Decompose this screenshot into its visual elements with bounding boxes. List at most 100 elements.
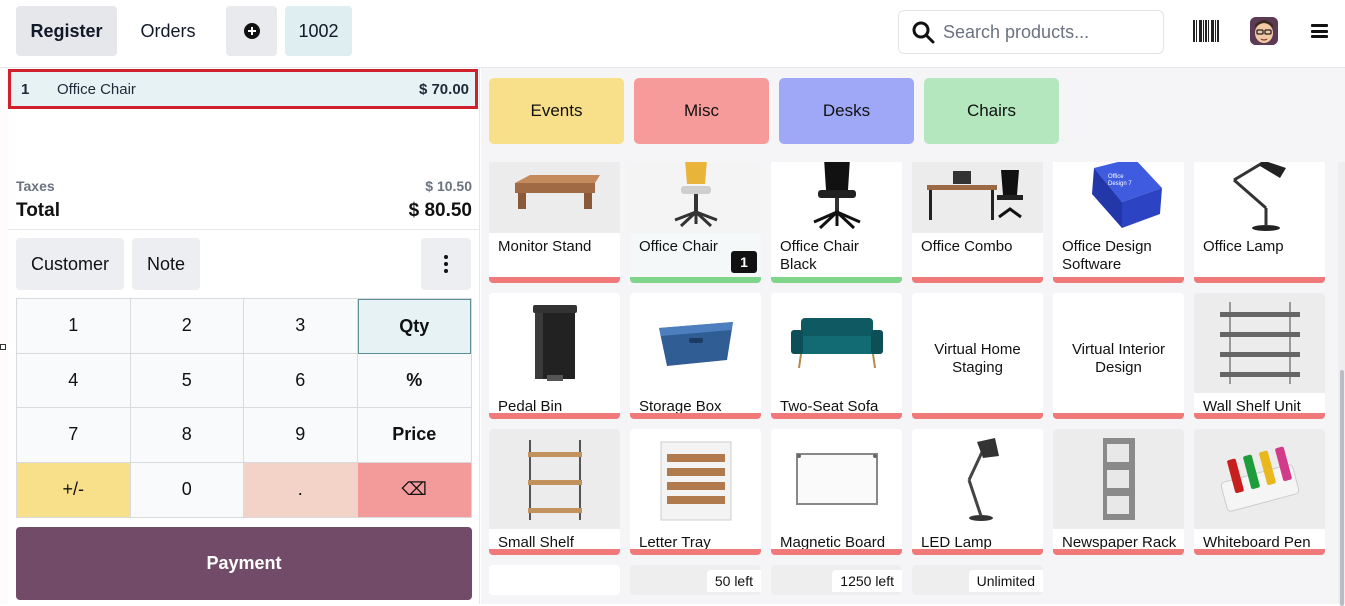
barcode-icon[interactable] bbox=[1193, 20, 1219, 42]
product-name: LED Lamp bbox=[921, 534, 992, 551]
category-chairs[interactable]: Chairs bbox=[924, 78, 1059, 144]
product-card[interactable]: Monitor Stand bbox=[489, 162, 620, 283]
taxes-row: Taxes $ 10.50 bbox=[16, 178, 472, 194]
product-name: Virtual Interior Design bbox=[1071, 341, 1166, 376]
svg-text:Office: Office bbox=[1108, 174, 1124, 180]
payment-button[interactable]: Payment bbox=[16, 527, 472, 600]
led-lamp-image bbox=[912, 429, 1043, 529]
category-desks[interactable]: Desks bbox=[779, 78, 914, 144]
search-input[interactable] bbox=[943, 21, 1153, 43]
product-card[interactable]: Office Design 7 Office Design Software bbox=[1053, 162, 1184, 283]
order-line-qty: 1 bbox=[21, 80, 30, 98]
small-shelf-image bbox=[489, 429, 620, 529]
product-name: Two-Seat Sofa bbox=[780, 398, 879, 415]
product-card[interactable]: Unlimited bbox=[912, 565, 1043, 595]
category-events[interactable]: Events bbox=[489, 78, 624, 144]
numpad-key-6[interactable]: 6 bbox=[244, 353, 358, 408]
order-line[interactable]: 1 Office Chair $ 70.00 bbox=[8, 69, 478, 109]
backspace-icon[interactable]: ⌫ bbox=[357, 462, 471, 517]
product-name: Wall Shelf Unit bbox=[1203, 398, 1301, 415]
office-chair-black-image bbox=[771, 162, 902, 233]
office-chair-image bbox=[630, 162, 761, 233]
avatar-face-icon bbox=[1250, 17, 1278, 45]
numpad-qty-mode[interactable]: Qty bbox=[357, 299, 471, 354]
left-edge bbox=[0, 68, 8, 604]
product-card[interactable] bbox=[489, 565, 620, 595]
product-card[interactable]: Office Chair 1 bbox=[630, 162, 761, 283]
product-grid: Monitor Stand Office Chair 1 Office Chai… bbox=[489, 162, 1325, 595]
product-name: Whiteboard Pen bbox=[1203, 534, 1311, 551]
new-order-button[interactable] bbox=[226, 6, 277, 56]
hamburger-menu-icon[interactable] bbox=[1311, 24, 1328, 38]
numpad-key-1[interactable]: 1 bbox=[17, 299, 131, 354]
product-card[interactable]: Magnetic Board bbox=[771, 429, 902, 555]
sofa-image bbox=[771, 293, 902, 393]
taxes-label: Taxes bbox=[16, 178, 55, 194]
product-name: Magnetic Board bbox=[780, 534, 886, 551]
category-bar: Events Misc Desks Chairs bbox=[489, 78, 1059, 144]
product-search-box[interactable] bbox=[898, 10, 1164, 54]
top-bar: Register Orders 1002 bbox=[0, 0, 1345, 68]
numpad-key-8[interactable]: 8 bbox=[130, 408, 244, 463]
storage-box-image bbox=[630, 293, 761, 393]
product-card[interactable]: Letter Tray bbox=[630, 429, 761, 555]
current-order-tab[interactable]: 1002 bbox=[285, 6, 352, 56]
product-card[interactable]: Pedal Bin bbox=[489, 293, 620, 419]
numpad-key-5[interactable]: 5 bbox=[130, 353, 244, 408]
scrollbar-thumb[interactable] bbox=[1340, 370, 1344, 606]
product-card[interactable]: Office Chair Black bbox=[771, 162, 902, 283]
kebab-menu-icon bbox=[444, 255, 448, 273]
product-grid-scrollbar[interactable] bbox=[1338, 162, 1345, 606]
letter-tray-image bbox=[630, 429, 761, 529]
numpad-key-9[interactable]: 9 bbox=[244, 408, 358, 463]
product-card[interactable]: Newspaper Rack bbox=[1053, 429, 1184, 555]
user-avatar[interactable] bbox=[1250, 17, 1278, 45]
numpad-discount-mode[interactable]: % bbox=[357, 353, 471, 408]
product-name: Office Design Software bbox=[1062, 238, 1152, 273]
product-name: Storage Box bbox=[639, 398, 722, 415]
product-card[interactable]: Virtual Home Staging bbox=[912, 293, 1043, 419]
product-grid-viewport: Monitor Stand Office Chair 1 Office Chai… bbox=[481, 162, 1333, 604]
total-label: Total bbox=[16, 200, 60, 221]
office-combo-image bbox=[912, 162, 1043, 233]
product-card[interactable]: Virtual Interior Design bbox=[1053, 293, 1184, 419]
total-value: $ 80.50 bbox=[408, 200, 472, 221]
product-name: Monitor Stand bbox=[498, 238, 592, 255]
numpad-key-2[interactable]: 2 bbox=[130, 299, 244, 354]
numpad-plus-minus[interactable]: +/- bbox=[17, 462, 131, 517]
product-name: Office Combo bbox=[921, 238, 1013, 255]
product-name: Office Lamp bbox=[1203, 238, 1284, 255]
order-panel: 1 Office Chair $ 70.00 Taxes $ 10.50 Tot… bbox=[8, 68, 480, 604]
orders-tab[interactable]: Orders bbox=[126, 6, 210, 56]
search-icon bbox=[912, 21, 935, 44]
more-actions-button[interactable] bbox=[421, 238, 471, 290]
stock-badge: 1250 left bbox=[832, 570, 902, 592]
numpad-key-4[interactable]: 4 bbox=[17, 353, 131, 408]
product-card[interactable]: 1250 left bbox=[771, 565, 902, 595]
numpad-key-0[interactable]: 0 bbox=[130, 462, 244, 517]
category-misc[interactable]: Misc bbox=[634, 78, 769, 144]
product-card[interactable]: Small Shelf bbox=[489, 429, 620, 555]
note-button[interactable]: Note bbox=[132, 238, 200, 290]
product-card[interactable]: LED Lamp bbox=[912, 429, 1043, 555]
register-tab[interactable]: Register bbox=[16, 6, 117, 56]
product-card[interactable]: Two-Seat Sofa bbox=[771, 293, 902, 419]
product-card[interactable]: Office Combo bbox=[912, 162, 1043, 283]
numpad-key-7[interactable]: 7 bbox=[17, 408, 131, 463]
product-panel: Events Misc Desks Chairs Monitor Stand O… bbox=[481, 68, 1345, 606]
numpad: 1 2 3 Qty 4 5 6 % 7 8 9 Price +/- 0 . ⌫ bbox=[16, 298, 472, 518]
product-card[interactable]: Whiteboard Pen bbox=[1194, 429, 1325, 555]
product-name: Office Chair Black bbox=[780, 238, 859, 273]
numpad-key-3[interactable]: 3 bbox=[244, 299, 358, 354]
product-card[interactable]: 50 left bbox=[630, 565, 761, 595]
numpad-decimal[interactable]: . bbox=[244, 462, 358, 517]
software-box-image: Office Design 7 bbox=[1053, 162, 1184, 233]
product-name: Letter Tray bbox=[639, 534, 711, 551]
numpad-price-mode[interactable]: Price bbox=[357, 408, 471, 463]
product-card[interactable]: Wall Shelf Unit bbox=[1194, 293, 1325, 419]
whiteboard-image bbox=[771, 429, 902, 529]
product-card[interactable]: Storage Box bbox=[630, 293, 761, 419]
customer-button[interactable]: Customer bbox=[16, 238, 124, 290]
product-image bbox=[489, 565, 620, 595]
product-card[interactable]: Office Lamp bbox=[1194, 162, 1325, 283]
